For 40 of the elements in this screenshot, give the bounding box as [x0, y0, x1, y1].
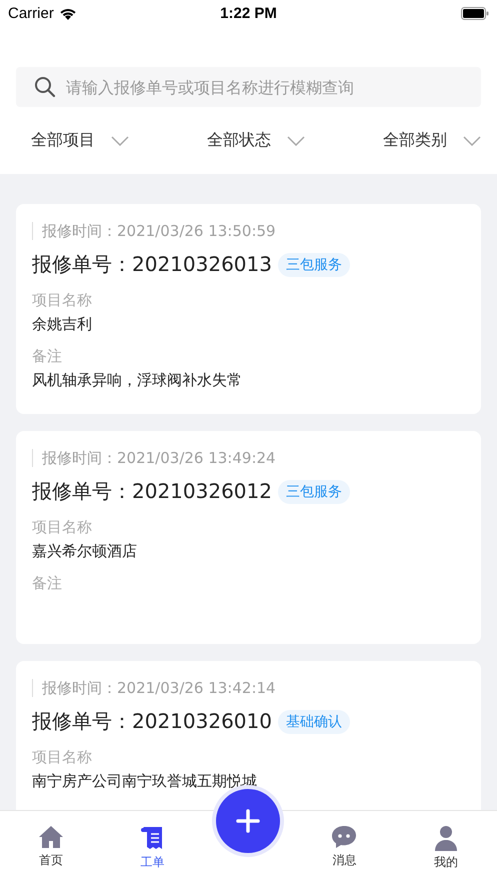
filter-dropdown[interactable]: 全部状态	[207, 130, 305, 151]
service-tag: 基础确认	[278, 710, 350, 734]
order-card[interactable]: 报修时间：2021/03/26 13:49:24 报修单号：20210326012 三包服务 项目名称 嘉兴希尔顿酒店 备注	[16, 431, 481, 644]
plus-icon	[236, 809, 260, 833]
report-time: 报修时间：2021/03/26 13:42:14	[42, 678, 276, 698]
wifi-icon	[58, 6, 77, 20]
tab-item[interactable]: 消息	[293, 811, 396, 883]
carrier-name: Carrier	[8, 4, 54, 22]
filter-dropdown[interactable]: 全部类别	[383, 130, 481, 151]
field-label: 项目名称	[32, 518, 93, 537]
remark-text: 风机轴承异响，浮球阀补水失常	[32, 371, 243, 390]
report-time: 报修时间：2021/03/26 13:50:59	[42, 222, 276, 240]
chevron-down-icon	[287, 136, 305, 146]
chat-bubble-icon	[331, 825, 358, 849]
chevron-down-icon	[463, 136, 481, 146]
field-label: 项目名称	[32, 748, 93, 767]
order-number: 报修单号：20210326010	[32, 708, 272, 735]
tab-item[interactable]: 我的	[395, 811, 497, 883]
tab-item[interactable]: 首页	[0, 811, 102, 883]
field-label: 备注	[32, 347, 63, 366]
order-number: 报修单号：20210326013	[32, 251, 272, 278]
tab-item[interactable]: 工单	[102, 811, 204, 883]
status-time: 1:22 PM	[220, 4, 277, 22]
search-icon	[34, 76, 56, 98]
order-number: 报修单号：20210326012	[32, 478, 272, 505]
field-label: 备注	[32, 574, 63, 593]
project-name: 嘉兴希尔顿酒店	[32, 542, 138, 561]
report-time: 报修时间：2021/03/26 13:49:24	[42, 448, 276, 468]
field-label: 项目名称	[32, 291, 93, 310]
add-button[interactable]	[216, 789, 280, 853]
order-card[interactable]: 报修时间：2021/03/26 13:50:59 报修单号：20210326013 三包服务 项目名称 余姚吉利 备注 风机轴承异响，浮球阀补水失常	[16, 204, 481, 414]
home-icon	[38, 825, 64, 849]
battery-icon	[461, 6, 489, 20]
service-tag: 三包服务	[278, 480, 350, 504]
filter-dropdown[interactable]: 全部项目	[31, 130, 129, 151]
service-tag: 三包服务	[278, 252, 350, 276]
project-name: 余姚吉利	[32, 315, 93, 334]
search-field[interactable]: 请输入报修单号或项目名称进行模糊查询	[16, 67, 481, 107]
chevron-down-icon	[111, 136, 129, 146]
person-icon	[434, 825, 458, 851]
